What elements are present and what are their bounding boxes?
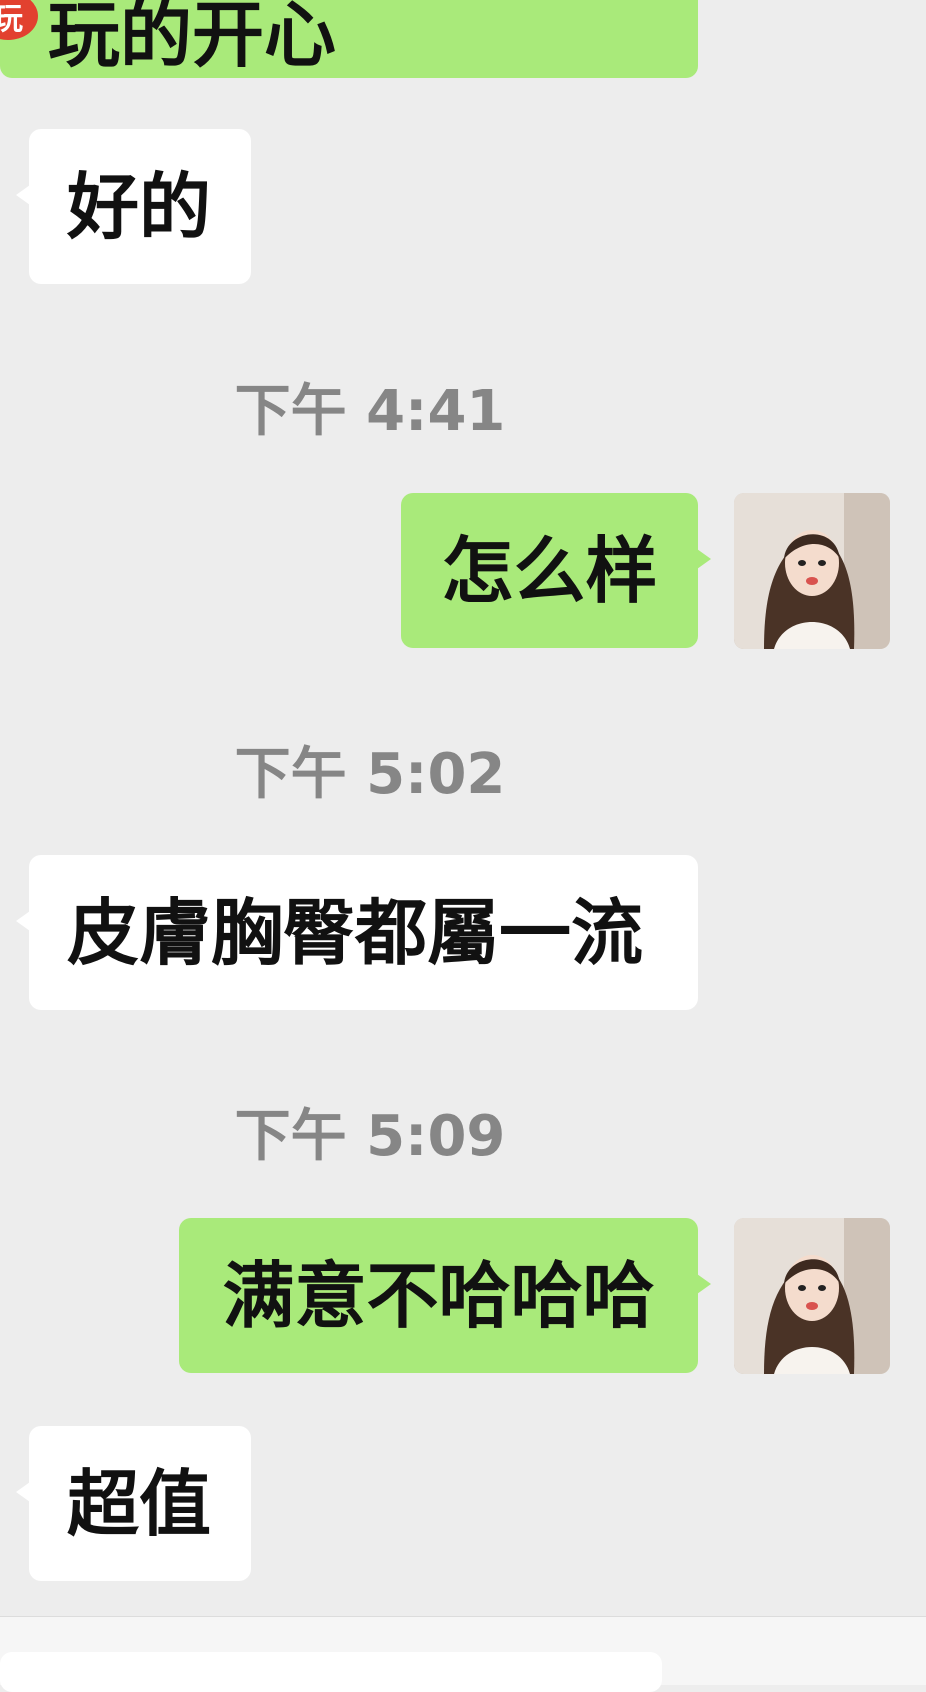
bubble-tail — [697, 1274, 711, 1294]
message-text: 满意不哈哈哈 — [222, 1253, 655, 1338]
message-text: 超值 — [67, 1461, 212, 1546]
timestamp: 下午 5:02 — [234, 742, 506, 807]
message-bubble-outgoing[interactable]: 满意不哈哈哈 — [179, 1218, 711, 1373]
timestamp: 下午 4:41 — [234, 379, 506, 444]
avatar-photo-icon — [734, 1218, 890, 1374]
message-bubble-incoming[interactable]: 好的 — [16, 129, 251, 284]
message-bubble-outgoing[interactable]: 怎么样 — [401, 493, 711, 648]
message-bubble-incoming[interactable]: 皮膚胸臀都屬一流 — [16, 855, 698, 1010]
message-text: 怎么样 — [441, 528, 658, 613]
avatar-photo-icon — [734, 493, 890, 649]
message-text: 好的 — [67, 164, 212, 249]
avatar[interactable] — [734, 493, 890, 649]
message-input[interactable] — [0, 1652, 662, 1692]
bubble-tail — [16, 185, 30, 205]
message-bubble-incoming[interactable]: 超值 — [16, 1426, 251, 1581]
bubble-tail — [697, 549, 711, 569]
avatar[interactable] — [734, 1218, 890, 1374]
timestamp: 下午 5:09 — [234, 1104, 506, 1169]
message-bubble-outgoing-partial[interactable]: 玩的开心 — [0, 0, 698, 78]
bubble-tail — [16, 911, 30, 931]
bubble-tail — [16, 1482, 30, 1502]
message-text: 皮膚胸臀都屬一流 — [67, 890, 644, 975]
message-text: 玩的开心 — [48, 0, 337, 77]
